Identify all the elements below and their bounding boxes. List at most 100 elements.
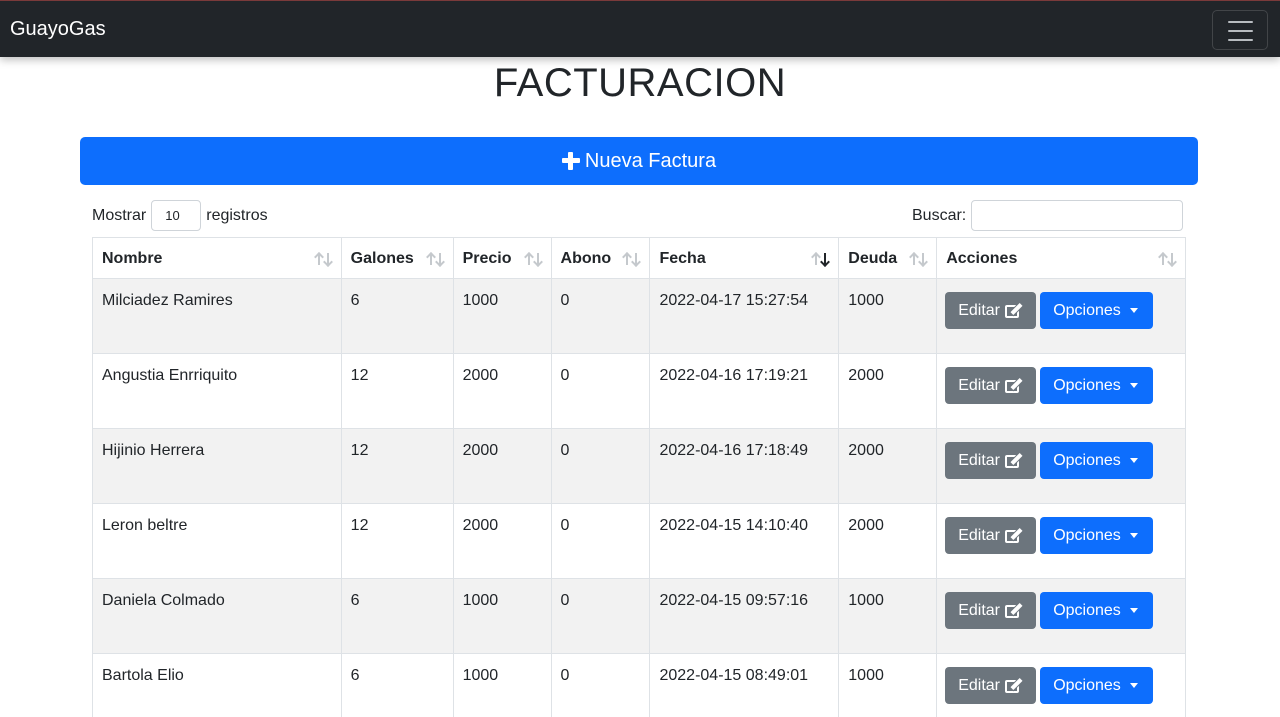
caret-down-icon [1129, 608, 1138, 613]
caret-down-icon [1129, 458, 1138, 463]
header-label: Galones [350, 250, 414, 267]
edit-label: Editar [958, 451, 1000, 469]
edit-label: Editar [958, 301, 1000, 319]
header-acciones[interactable]: Acciones [936, 237, 1186, 279]
new-invoice-button[interactable]: Nueva Factura [80, 137, 1198, 185]
table-header-row: Nombre Galones Precio Abono Fecha Deuda … [92, 237, 1186, 279]
header-label: Abono [560, 250, 612, 267]
cell-deuda: 2000 [838, 353, 938, 429]
cell-abono: 0 [550, 653, 651, 717]
sort-arrows-icon [910, 251, 928, 267]
page-length-select[interactable]: 10 [151, 200, 202, 231]
page-length-control: Mostrar 10 registros [92, 200, 268, 231]
header-galones[interactable]: Galones [340, 237, 454, 279]
cell-precio: 2000 [452, 503, 552, 579]
edit-square-icon [1005, 527, 1023, 543]
search-input[interactable] [971, 200, 1184, 231]
cell-galones: 12 [340, 503, 454, 579]
header-precio[interactable]: Precio [452, 237, 552, 279]
hamburger-bar [1228, 39, 1253, 41]
length-prefix: Mostrar [92, 206, 147, 224]
sort-arrows-icon [315, 251, 333, 267]
header-label: Nombre [102, 250, 163, 267]
header-label: Precio [462, 250, 512, 267]
cell-galones: 6 [340, 578, 454, 654]
cell-acciones: Editar Opciones [936, 578, 1186, 654]
invoices-table: Nombre Galones Precio Abono Fecha Deuda … [92, 237, 1186, 717]
plus-icon [561, 152, 580, 170]
header-label: Fecha [659, 250, 706, 267]
cell-nombre: Bartola Elio [92, 653, 342, 717]
caret-down-icon [1129, 533, 1138, 538]
table-row: Angustia Enrriquito 12 2000 0 2022-04-16 17:… [92, 353, 1186, 429]
cell-fecha: 2022-04-16 17:18:49 [649, 428, 840, 504]
header-abono[interactable]: Abono [550, 237, 651, 279]
cell-galones: 12 [340, 428, 454, 504]
cell-fecha: 2022-04-15 09:57:16 [649, 578, 840, 654]
edit-label: Editar [958, 376, 1000, 394]
edit-square-icon [1005, 302, 1023, 318]
table-search: Buscar: [912, 200, 1184, 231]
cell-deuda: 1000 [838, 578, 938, 654]
cell-galones: 6 [340, 278, 454, 354]
cell-precio: 1000 [452, 278, 552, 354]
cell-acciones: Editar Opciones [936, 503, 1186, 579]
cell-precio: 2000 [452, 428, 552, 504]
edit-button[interactable]: Editar [945, 517, 1037, 554]
header-nombre[interactable]: Nombre [92, 237, 342, 279]
options-dropdown-button[interactable]: Opciones [1040, 592, 1154, 629]
table-row: Leron beltre 12 2000 0 2022-04-15 14:10:40 20… [92, 503, 1186, 579]
hamburger-bar [1228, 30, 1253, 32]
cell-nombre: Milciadez Ramires [92, 278, 342, 354]
options-dropdown-button[interactable]: Opciones [1040, 517, 1154, 554]
sort-arrows-icon [427, 251, 445, 267]
options-label: Opciones [1053, 526, 1121, 544]
hamburger-menu-icon [1228, 21, 1253, 23]
options-dropdown-button[interactable]: Opciones [1040, 367, 1154, 404]
cell-abono: 0 [550, 503, 651, 579]
options-label: Opciones [1053, 451, 1121, 469]
navbar-toggler-button[interactable] [1212, 10, 1268, 50]
brand-link[interactable]: GuayoGas [10, 18, 106, 41]
table-row: Hijinio Herrera 12 2000 0 2022-04-16 17:18:4… [92, 428, 1186, 504]
edit-label: Editar [958, 601, 1000, 619]
cell-abono: 0 [550, 578, 651, 654]
cell-acciones: Editar Opciones [936, 278, 1186, 354]
header-fecha[interactable]: Fecha [649, 237, 840, 279]
options-dropdown-button[interactable]: Opciones [1040, 442, 1154, 479]
edit-button[interactable]: Editar [945, 292, 1037, 329]
edit-label: Editar [958, 526, 1000, 544]
header-deuda[interactable]: Deuda [838, 237, 938, 279]
header-label: Acciones [946, 250, 1018, 267]
cell-nombre: Daniela Colmado [92, 578, 342, 654]
sort-desc-icon [812, 251, 830, 267]
edit-label: Editar [958, 676, 1000, 694]
edit-button[interactable]: Editar [945, 592, 1037, 629]
edit-button[interactable]: Editar [945, 367, 1037, 404]
edit-button[interactable]: Editar [945, 442, 1037, 479]
cell-precio: 1000 [452, 653, 552, 717]
caret-down-icon [1129, 683, 1138, 688]
cell-acciones: Editar Opciones [936, 653, 1186, 717]
caret-down-icon [1129, 308, 1138, 313]
cell-fecha: 2022-04-17 15:27:54 [649, 278, 840, 354]
cell-acciones: Editar Opciones [936, 428, 1186, 504]
cell-nombre: Angustia Enrriquito [92, 353, 342, 429]
edit-button[interactable]: Editar [945, 667, 1037, 704]
options-dropdown-button[interactable]: Opciones [1040, 667, 1154, 704]
cell-deuda: 1000 [838, 278, 938, 354]
options-label: Opciones [1053, 376, 1121, 394]
search-label: Buscar: [912, 206, 967, 224]
edit-square-icon [1005, 677, 1023, 693]
table-row: Milciadez Ramires 6 1000 0 2022-04-17 15:27:… [92, 278, 1186, 354]
cell-fecha: 2022-04-16 17:19:21 [649, 353, 840, 429]
cell-acciones: Editar Opciones [936, 353, 1186, 429]
edit-square-icon [1005, 452, 1023, 468]
page-title: FACTURACION [493, 61, 787, 105]
top-navbar: GuayoGas [0, 0, 1280, 57]
cell-nombre: Leron beltre [92, 503, 342, 579]
options-label: Opciones [1053, 601, 1121, 619]
edit-square-icon [1005, 602, 1023, 618]
length-suffix: registros [206, 206, 268, 224]
options-dropdown-button[interactable]: Opciones [1040, 292, 1154, 329]
